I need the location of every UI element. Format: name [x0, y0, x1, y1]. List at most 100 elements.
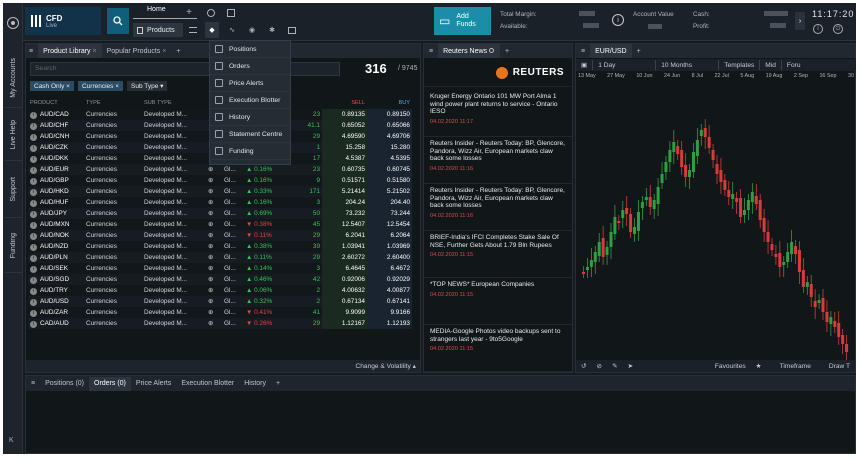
- gear-icon[interactable]: ✱: [265, 23, 279, 37]
- table-row[interactable]: i AUD/NZD Currencies Developed M... ⊕ Gl... ▲ …: [28, 241, 412, 252]
- tab-eurusd[interactable]: EUR/USD: [590, 44, 632, 58]
- buy-cell[interactable]: 9.9166: [367, 307, 412, 318]
- info-icon[interactable]: i: [30, 200, 37, 207]
- add-tab-icon[interactable]: +: [271, 377, 285, 391]
- news-item[interactable]: MEDIA-Google Photos video backups sent t…: [424, 325, 572, 372]
- column-header[interactable]: BUY: [367, 98, 412, 109]
- info-icon[interactable]: i: [30, 211, 37, 218]
- sell-cell[interactable]: 0.67134: [322, 296, 367, 307]
- table-row[interactable]: i AUD/USD Currencies Developed M... ⊕ Gl... ▲ …: [28, 296, 412, 307]
- buy-cell[interactable]: 4.00877: [367, 285, 412, 296]
- bottom-tab[interactable]: Price Alerts: [131, 377, 176, 391]
- buy-cell[interactable]: 0.67141: [367, 296, 412, 307]
- menu-icon[interactable]: ≡: [26, 377, 40, 391]
- help-icon[interactable]: i: [813, 24, 823, 34]
- table-row[interactable]: i AUD/SEK Currencies Developed M... ⊕ Gl... ▲ …: [28, 263, 412, 274]
- sell-cell[interactable]: 1.03941: [322, 241, 367, 252]
- info-icon[interactable]: i: [612, 14, 624, 26]
- table-row[interactable]: i CAD/AUD Currencies Developed M... ⊕ Gl... ▼ …: [28, 318, 412, 329]
- link-icon[interactable]: [205, 7, 217, 19]
- sell-cell[interactable]: 0.51571: [322, 175, 367, 186]
- layout-icon[interactable]: [225, 7, 237, 19]
- expand-arrow-icon[interactable]: ›: [795, 12, 805, 30]
- calendar-icon[interactable]: [285, 23, 299, 37]
- sell-cell[interactable]: 1.12167: [322, 318, 367, 329]
- logo[interactable]: CFD Live: [25, 7, 101, 35]
- tab-popular-products[interactable]: Popular Products ×: [102, 44, 172, 58]
- info-icon[interactable]: i: [30, 222, 37, 229]
- sell-cell[interactable]: 204.24: [322, 197, 367, 208]
- news-item[interactable]: Reuters Insider - Reuters Today: BP, Gle…: [424, 137, 572, 184]
- list-icon[interactable]: [186, 23, 200, 37]
- menu-item-execution-blotter[interactable]: Execution Blotter: [210, 92, 290, 109]
- library-footer[interactable]: Change & Volatility ▴: [26, 360, 420, 372]
- table-row[interactable]: i AUD/HKD Currencies Developed M... ⊕ Gl... ▲ …: [28, 186, 412, 197]
- buy-cell[interactable]: 5.21502: [367, 186, 412, 197]
- sell-cell[interactable]: 73.232: [322, 208, 367, 219]
- menu-item-price-alerts[interactable]: Price Alerts: [210, 75, 290, 92]
- mid-button[interactable]: Mid: [760, 62, 781, 69]
- table-row[interactable]: i AUD/EUR Currencies Developed M... ⊕ Gl... ▲ …: [28, 164, 412, 175]
- bottom-tab[interactable]: Execution Blotter: [176, 377, 239, 391]
- info-icon[interactable]: i: [30, 134, 37, 141]
- candlestick-chart[interactable]: [576, 82, 855, 360]
- favourites-button[interactable]: Favourites: [710, 363, 751, 370]
- buy-cell[interactable]: 2.60400: [367, 252, 412, 263]
- interval-select[interactable]: 1 Day: [593, 62, 655, 69]
- buy-cell[interactable]: 0.51580: [367, 175, 412, 186]
- filter-cash-only[interactable]: Cash Only ×: [30, 81, 74, 91]
- filter-sub-type[interactable]: Sub Type ▾: [127, 81, 168, 91]
- info-icon[interactable]: i: [30, 321, 37, 328]
- info-icon[interactable]: i: [30, 277, 37, 284]
- table-row[interactable]: i AUD/NOK Currencies Developed M... ⊕ Gl... ▼ …: [28, 230, 412, 241]
- filter-currencies[interactable]: Currencies ×: [77, 81, 124, 91]
- cursor-icon[interactable]: ➤: [623, 362, 639, 370]
- buy-cell[interactable]: 0.65066: [367, 120, 412, 131]
- news-item[interactable]: BRIEF-India's IFCI Completes Stake Sale …: [424, 231, 572, 278]
- info-icon[interactable]: i: [30, 244, 37, 251]
- buy-cell[interactable]: 6.2064: [367, 230, 412, 241]
- sell-cell[interactable]: 15.258: [322, 142, 367, 153]
- buy-cell[interactable]: 0.92029: [367, 274, 412, 285]
- menu-icon[interactable]: ≡: [26, 44, 38, 58]
- info-icon[interactable]: i: [30, 255, 37, 262]
- sell-cell[interactable]: 9.9099: [322, 307, 367, 318]
- buy-cell[interactable]: 12.5454: [367, 219, 412, 230]
- menu-item-orders[interactable]: Orders: [210, 58, 290, 75]
- column-header[interactable]: PRODUCT: [28, 98, 84, 109]
- menu-icon[interactable]: ≡: [424, 44, 438, 58]
- templates-button[interactable]: Templates: [719, 62, 759, 69]
- tab-reuters-news[interactable]: Reuters News: [438, 44, 501, 58]
- sell-cell[interactable]: 0.60735: [322, 164, 367, 175]
- sell-cell[interactable]: 0.89135: [322, 109, 367, 120]
- menu-item-statement-centre[interactable]: Statement Centre: [210, 126, 290, 143]
- bottom-tab[interactable]: History: [239, 377, 271, 391]
- undo-icon[interactable]: ↺: [576, 362, 592, 370]
- extra-button[interactable]: Foru: [782, 62, 806, 69]
- table-row[interactable]: i AUD/MXN Currencies Developed M... ⊕ Gl... ▼ …: [28, 219, 412, 230]
- table-row[interactable]: i AUD/GBP Currencies Developed M... ⊕ Gl... ▲ …: [28, 175, 412, 186]
- info-icon[interactable]: i: [30, 310, 37, 317]
- buy-cell[interactable]: 0.89150: [367, 109, 412, 120]
- buy-cell[interactable]: 1.03969: [367, 241, 412, 252]
- news-item[interactable]: *TOP NEWS* European Companies 04.02.2020 …: [424, 278, 572, 325]
- buy-cell[interactable]: 4.69706: [367, 131, 412, 142]
- sell-cell[interactable]: 5.21414: [322, 186, 367, 197]
- add-funds-button[interactable]: ▭ Add Funds: [434, 7, 491, 35]
- star-icon[interactable]: ★: [751, 362, 767, 370]
- news-item[interactable]: Kruger Energy Ontario 101 MW Port Alma 1…: [424, 90, 572, 137]
- sell-cell[interactable]: 4.00632: [322, 285, 367, 296]
- timeframe-button[interactable]: Timeframe: [775, 363, 816, 370]
- buy-cell[interactable]: 4.5395: [367, 153, 412, 164]
- info-icon[interactable]: i: [30, 112, 37, 119]
- buy-cell[interactable]: 0.60745: [367, 164, 412, 175]
- info-icon[interactable]: i: [30, 123, 37, 130]
- info-icon[interactable]: i: [30, 233, 37, 240]
- info-icon[interactable]: i: [30, 145, 37, 152]
- sell-cell[interactable]: 12.5407: [322, 219, 367, 230]
- sell-cell[interactable]: 6.2041: [322, 230, 367, 241]
- sell-cell[interactable]: 4.69590: [322, 131, 367, 142]
- clear-icon[interactable]: ⊘: [592, 362, 608, 370]
- pencil-icon[interactable]: ✎: [607, 362, 623, 370]
- news-item[interactable]: Reuters Insider - Reuters Today: BP, Gle…: [424, 184, 572, 231]
